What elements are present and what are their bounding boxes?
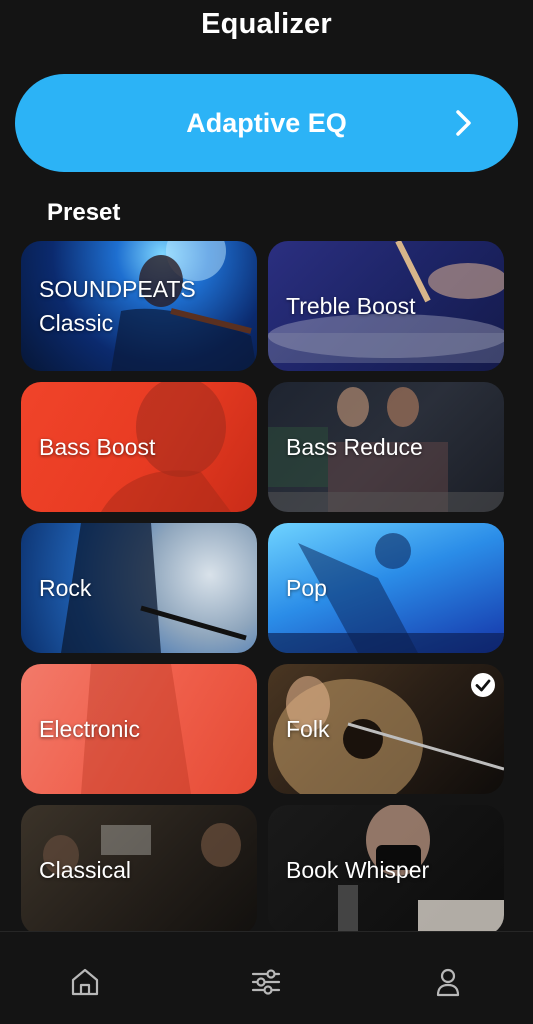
preset-label: Rock <box>39 575 92 601</box>
preset-card-bass-reduce[interactable]: Bass Reduce <box>268 382 504 512</box>
preset-label: Electronic <box>39 716 140 742</box>
adaptive-eq-button[interactable]: Adaptive EQ <box>15 74 518 172</box>
preset-label: Treble Boost <box>286 293 416 319</box>
preset-label: SOUNDPEATS Classic <box>39 276 196 336</box>
preset-label: Folk <box>286 716 330 742</box>
preset-card-folk[interactable]: Folk <box>268 664 504 794</box>
preset-label: Bass Reduce <box>286 434 423 460</box>
preset-card-classical[interactable]: Classical <box>21 805 257 931</box>
preset-label: Book Whisper <box>286 857 430 883</box>
home-icon[interactable] <box>69 966 101 998</box>
preset-section-label: Preset <box>47 199 121 226</box>
preset-grid: SOUNDPEATS Classic Treble Boost Bass Boo… <box>21 241 504 931</box>
chevron-right-icon <box>456 110 471 136</box>
preset-card-treble-boost[interactable]: Treble Boost <box>268 241 504 371</box>
preset-card-rock[interactable]: Rock <box>21 523 257 653</box>
bottom-nav <box>0 931 533 1024</box>
adaptive-eq-label: Adaptive EQ <box>186 107 347 138</box>
preset-card-soundpeats-classic[interactable]: SOUNDPEATS Classic <box>21 241 257 371</box>
user-icon[interactable] <box>432 966 464 998</box>
selected-check-icon <box>471 673 495 697</box>
preset-label: Classical <box>39 857 132 883</box>
preset-card-book-whisper[interactable]: Book Whisper <box>268 805 504 931</box>
preset-label: Pop <box>286 575 327 601</box>
sliders-icon[interactable] <box>250 966 282 998</box>
preset-label: Bass Boost <box>39 434 156 460</box>
preset-card-pop[interactable]: Pop <box>268 523 504 653</box>
preset-card-bass-boost[interactable]: Bass Boost <box>21 382 257 512</box>
preset-card-electronic[interactable]: Electronic <box>21 664 257 794</box>
page-title: Equalizer <box>201 8 332 40</box>
